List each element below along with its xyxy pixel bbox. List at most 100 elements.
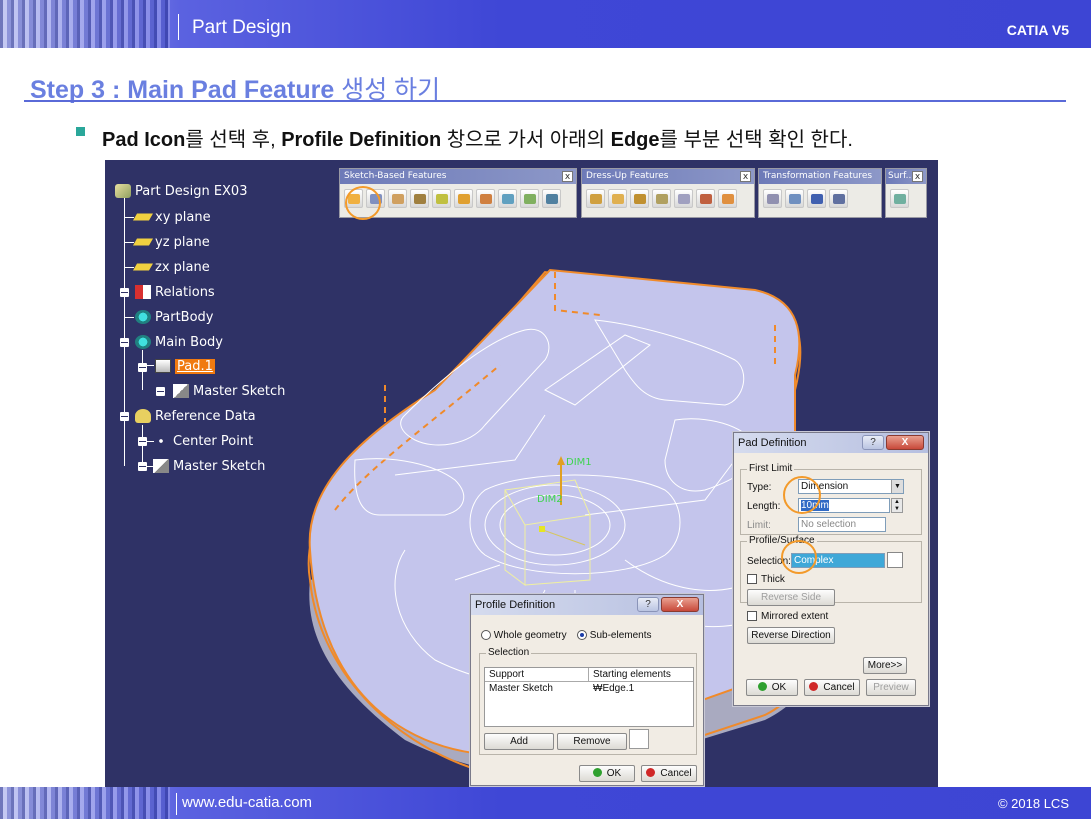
hole-button[interactable]: [410, 189, 429, 208]
thickness-button[interactable]: [674, 189, 693, 208]
profile-cancel-button[interactable]: Cancel: [641, 765, 697, 782]
shell-button[interactable]: [652, 189, 671, 208]
remove-face-button[interactable]: [718, 189, 737, 208]
pad-ok-button[interactable]: OK: [746, 679, 798, 696]
profile-definition-dialog[interactable]: Profile Definition ? X Whole geometry Su…: [470, 594, 704, 786]
sub-elements-radio[interactable]: [577, 630, 587, 641]
sketch-edit-icon[interactable]: [887, 552, 903, 568]
tree-label-master-sketch: Master Sketch: [193, 383, 286, 399]
rib-button[interactable]: [432, 189, 451, 208]
footer-bar: www.edu-catia.com © 2018 LCS: [0, 787, 1091, 819]
limit-field[interactable]: No selection: [798, 517, 886, 532]
chamfer-button[interactable]: [608, 189, 627, 208]
expand-master-sketch[interactable]: [156, 387, 165, 396]
instr-part2: 를 선택 후,: [185, 129, 282, 151]
pad-help-button[interactable]: ?: [862, 435, 884, 450]
profile-close-button[interactable]: X: [661, 597, 699, 612]
translation-button[interactable]: [763, 189, 782, 208]
tree-label-refdata: Reference Data: [155, 408, 256, 424]
chevron-down-icon[interactable]: ▼: [891, 480, 903, 493]
profile-help-button[interactable]: ?: [637, 597, 659, 612]
solid-combine-button[interactable]: [520, 189, 539, 208]
tree-item-yz-plane[interactable]: yz plane: [132, 233, 210, 251]
pad-cancel-button[interactable]: Cancel: [804, 679, 860, 696]
toolbar-close-button[interactable]: x: [740, 171, 751, 182]
tree-item-partbody[interactable]: PartBody: [135, 308, 213, 326]
tree-item-relations[interactable]: Relations: [135, 283, 215, 301]
tree-item-zx-plane[interactable]: zx plane: [132, 258, 210, 276]
pad-close-button[interactable]: X: [886, 435, 924, 450]
stiffener-button[interactable]: [454, 189, 473, 208]
tree-item-xy-plane[interactable]: xy plane: [132, 208, 211, 226]
toolbar-transform-title: Transformation Features: [763, 171, 873, 181]
replace-icon[interactable]: [629, 729, 649, 749]
preview-button[interactable]: Preview: [866, 679, 916, 696]
pad-icon-highlight: [345, 186, 381, 220]
more-button[interactable]: More>>: [863, 657, 907, 674]
footer-copyright: © 2018 LCS: [997, 796, 1069, 811]
split-button[interactable]: [890, 189, 909, 208]
loft-button[interactable]: [476, 189, 495, 208]
reverse-side-button[interactable]: Reverse Side: [747, 589, 835, 606]
col-support: Support: [485, 668, 589, 681]
draft-button[interactable]: [630, 189, 649, 208]
pattern-button[interactable]: [807, 189, 826, 208]
instruction-text: Pad Icon를 선택 후, Profile Definition 창으로 가…: [102, 123, 853, 152]
first-limit-label: First Limit: [747, 463, 795, 474]
selection-table[interactable]: Support Starting elements Master Sketch …: [484, 667, 694, 727]
profile-ok-button[interactable]: OK: [579, 765, 635, 782]
row-support: Master Sketch: [489, 683, 553, 694]
tree-item-pad[interactable]: Pad.1: [155, 357, 215, 375]
thick-checkbox[interactable]: [747, 574, 757, 584]
pad-icon: [155, 359, 171, 373]
pad-definition-dialog[interactable]: Pad Definition ? X First Limit Type: Dim…: [733, 432, 929, 706]
toolbar-transformation[interactable]: Transformation Features: [758, 168, 882, 218]
catia-viewport[interactable]: DIM1 DIM2 Part Design EX03 xy plane yz p…: [105, 160, 938, 787]
multi-pad-button[interactable]: [498, 189, 517, 208]
tree-item-master-sketch-2[interactable]: Master Sketch: [153, 457, 265, 475]
mirrored-checkbox[interactable]: [747, 611, 757, 621]
expand-master-sketch-2[interactable]: [138, 462, 147, 471]
mirror-button[interactable]: [785, 189, 804, 208]
length-stepper[interactable]: ▲ ▼: [891, 498, 903, 513]
edge-fillet-button[interactable]: [586, 189, 605, 208]
spec-tree[interactable]: Part Design EX03 xy plane yz plane zx pl…: [105, 160, 365, 490]
whole-geometry-option[interactable]: Whole geometry: [481, 630, 567, 641]
toolbar-close-button[interactable]: x: [562, 171, 573, 182]
length-highlight: [783, 476, 821, 514]
whole-geometry-radio[interactable]: [481, 630, 491, 641]
toolbar-surface[interactable]: Surf... x: [885, 168, 927, 218]
toolbar-dressup[interactable]: Dress-Up Features x: [581, 168, 755, 218]
table-row[interactable]: Master Sketch ₩Edge.1: [485, 682, 693, 696]
table-header: Support Starting elements: [485, 668, 693, 682]
tree-label-xy: xy plane: [155, 209, 211, 225]
expand-center-point[interactable]: [138, 437, 147, 446]
remove-lofted-button[interactable]: [542, 189, 561, 208]
tree-root-label: Part Design EX03: [135, 183, 248, 199]
pad-cancel-label: Cancel: [823, 682, 855, 693]
expand-relations[interactable]: [120, 288, 129, 297]
thread-button[interactable]: [696, 189, 715, 208]
tree-item-refdata[interactable]: Reference Data: [135, 407, 256, 425]
expand-refdata[interactable]: [120, 412, 129, 421]
selection-highlight: [781, 540, 817, 574]
remove-button[interactable]: Remove: [557, 733, 627, 750]
sub-elements-option[interactable]: Sub-elements: [577, 630, 651, 641]
brand-label: CATIA V5: [1006, 22, 1069, 38]
tree-root[interactable]: Part Design EX03: [115, 182, 247, 200]
expand-mainbody[interactable]: [120, 338, 129, 347]
scaling-button[interactable]: [829, 189, 848, 208]
tree-item-master-sketch[interactable]: Master Sketch: [173, 382, 285, 400]
add-button[interactable]: Add: [484, 733, 554, 750]
tree-item-center-point[interactable]: Center Point: [153, 432, 253, 450]
tree-label-relations: Relations: [155, 284, 215, 300]
footer-site: www.edu-catia.com: [182, 794, 313, 811]
tree-item-mainbody[interactable]: Main Body: [135, 333, 223, 351]
instr-profile-def: Profile Definition: [281, 129, 442, 151]
expand-pad[interactable]: [138, 363, 147, 372]
ok-icon: [757, 682, 767, 691]
reverse-direction-button[interactable]: Reverse Direction: [747, 627, 835, 644]
shaft-button[interactable]: [388, 189, 407, 208]
toolbar-close-button[interactable]: x: [912, 171, 923, 182]
toolbar-dressup-title: Dress-Up Features: [586, 171, 669, 181]
